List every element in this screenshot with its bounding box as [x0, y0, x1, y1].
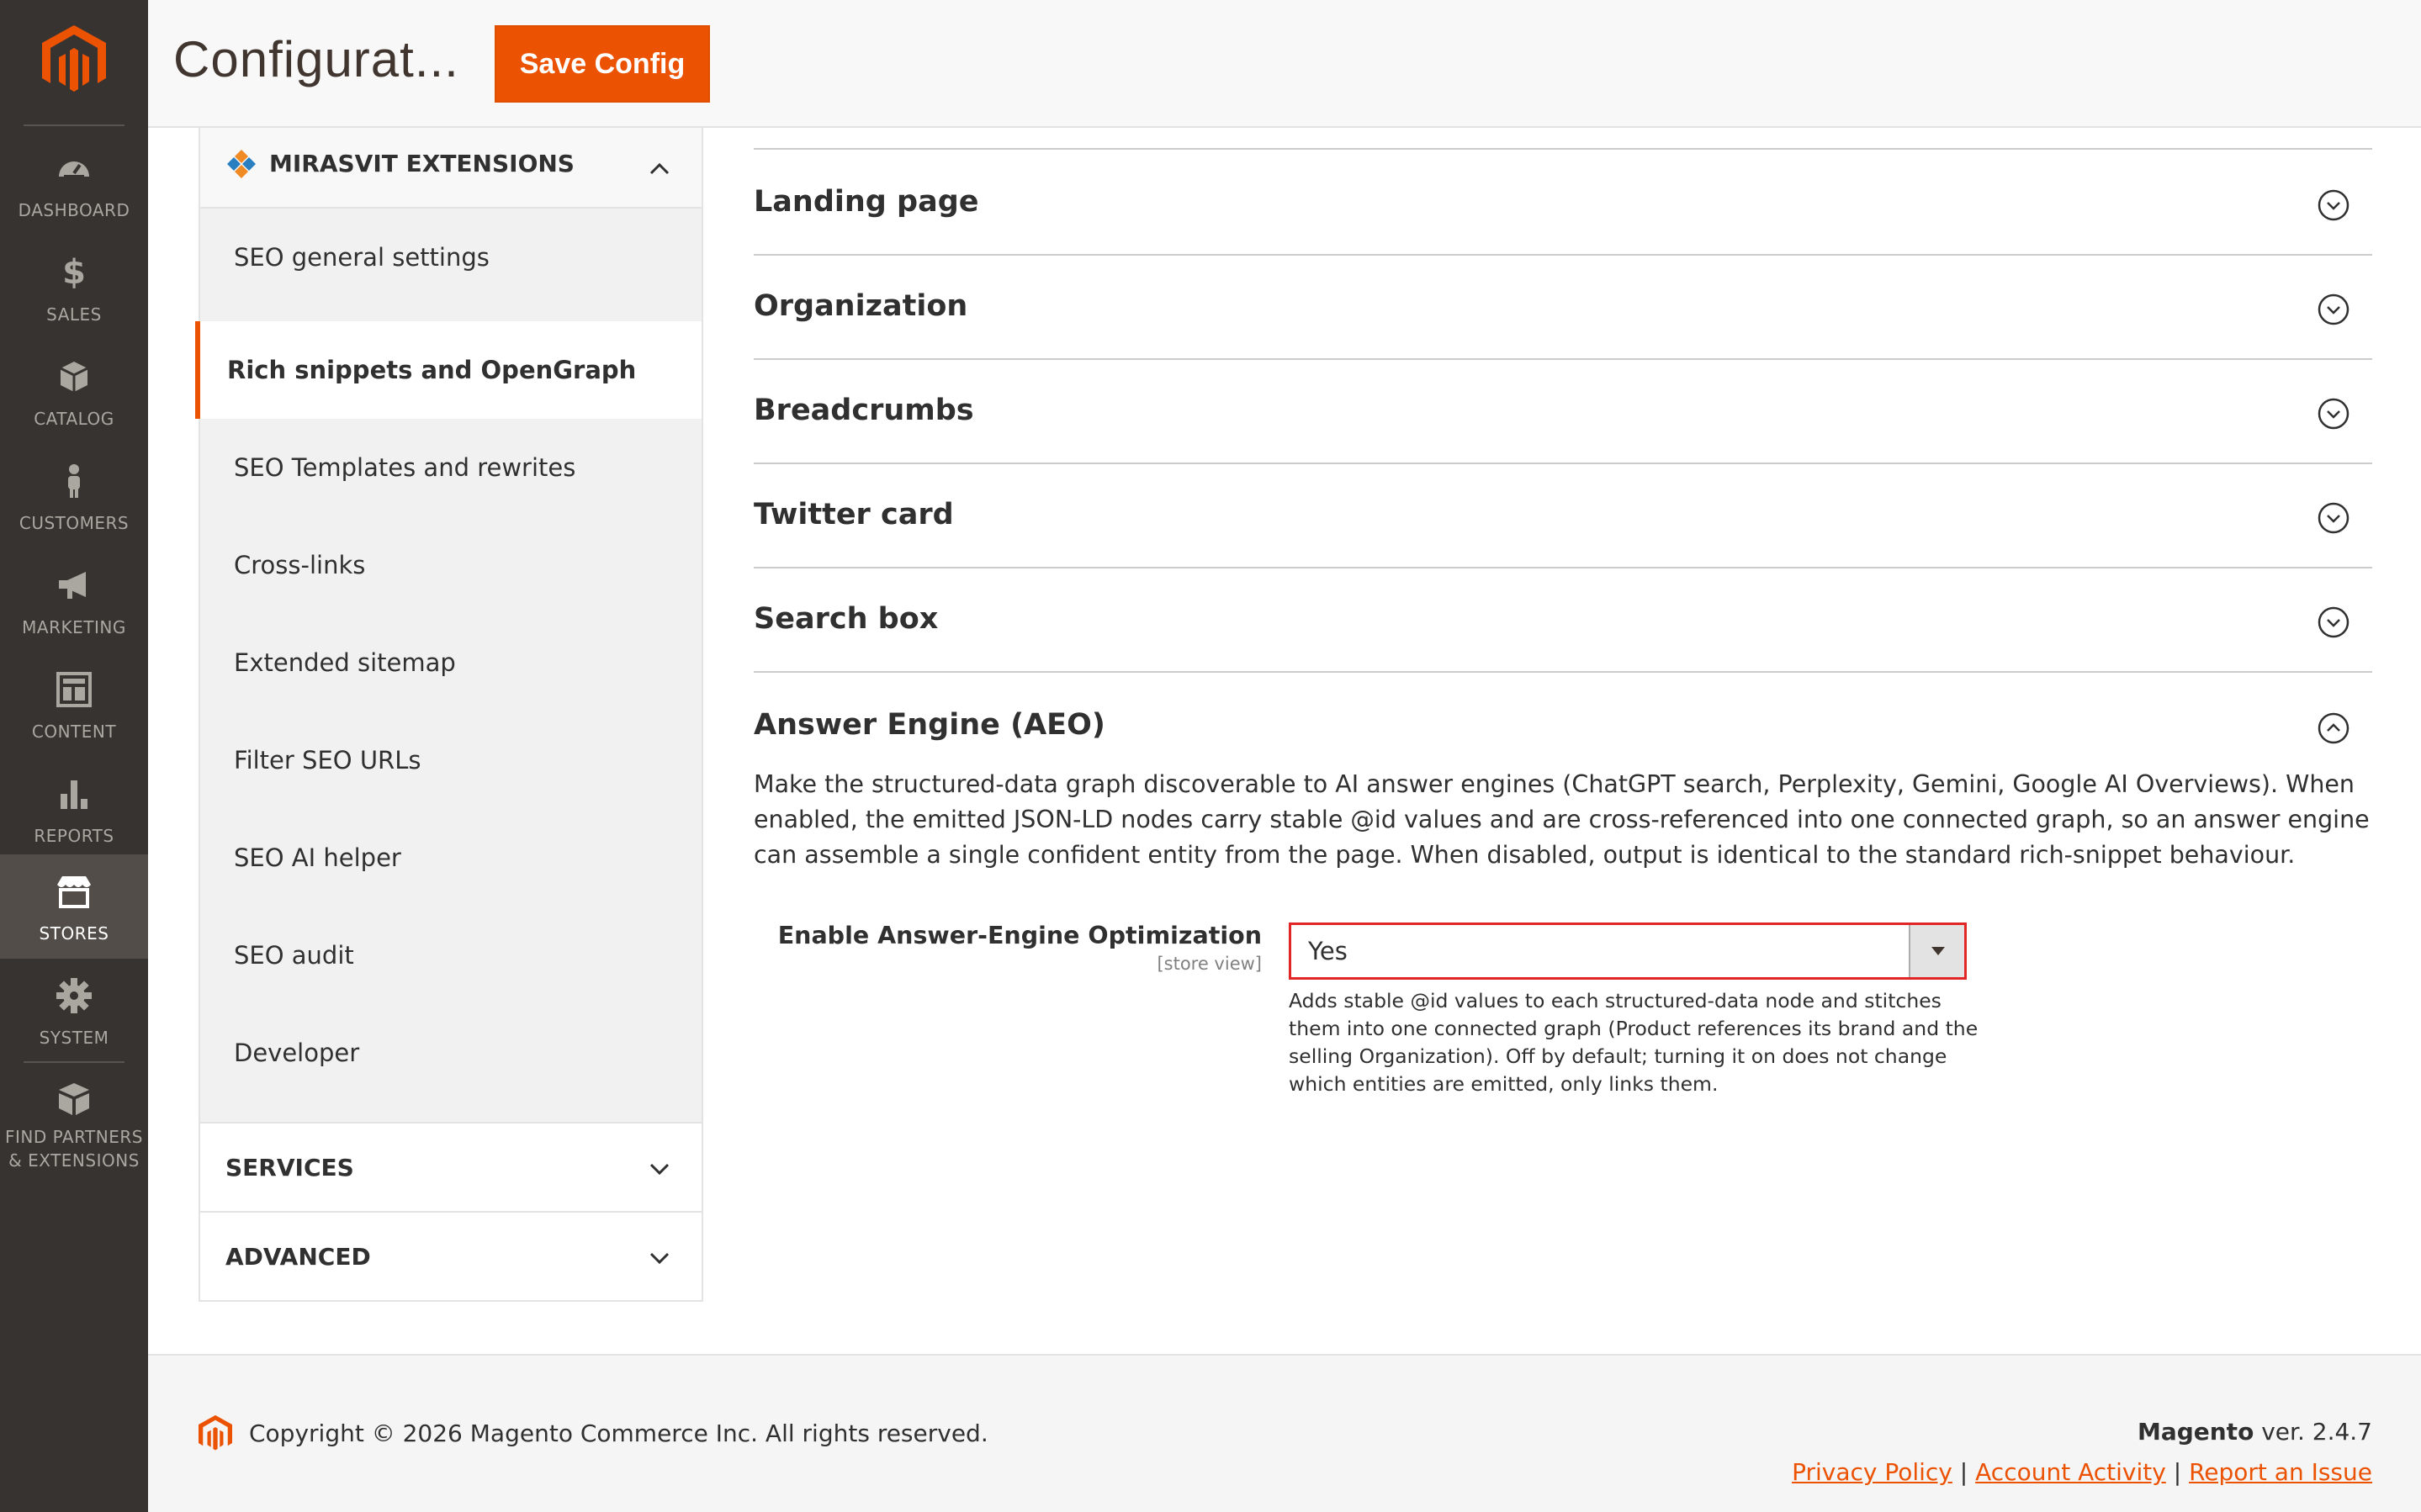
sidebar-item-developer[interactable]: Developer [200, 1004, 702, 1102]
save-config-button[interactable]: Save Config [495, 25, 710, 103]
section-title: Landing page [754, 185, 979, 219]
link-separator: | [1959, 1458, 1968, 1486]
nav-customers[interactable]: CUSTOMERS [0, 444, 148, 548]
version-text: ver. 2.4.7 [2254, 1418, 2372, 1446]
sidebar-item-seo-audit[interactable]: SEO audit [200, 907, 702, 1004]
admin-menu: DASHBOARD $ SALES CATALOG CUSTOMERS MARK… [0, 0, 148, 1512]
nav-label: DASHBOARD [18, 200, 130, 220]
dollar-icon: $ [62, 253, 86, 292]
magento-logo[interactable] [42, 25, 106, 96]
report-issue-link[interactable]: Report an Issue [2189, 1458, 2372, 1486]
nav-label-line2: & EXTENSIONS [8, 1150, 140, 1171]
expand-circle-icon [2318, 606, 2349, 638]
sidebar-item-seo-templates[interactable]: SEO Templates and rewrites [200, 419, 702, 516]
sidebar-item-rich-snippets[interactable]: Rich snippets and OpenGraph [195, 321, 702, 419]
nav-catalog[interactable]: CATALOG [0, 340, 148, 444]
advanced-group-header[interactable]: ADVANCED [199, 1211, 703, 1302]
page-footer: Copyright © 2026 Magento Commerce Inc. A… [148, 1354, 2421, 1512]
group-title: SERVICES [225, 1154, 354, 1182]
section-twitter-card[interactable]: Twitter card [754, 464, 2372, 568]
nav-dashboard[interactable]: DASHBOARD [0, 131, 148, 235]
person-icon [68, 464, 80, 498]
store-icon [57, 876, 91, 908]
megaphone-icon [59, 572, 86, 599]
section-title: Search box [754, 602, 939, 636]
nav-label: CONTENT [31, 722, 117, 742]
select-toggle[interactable] [1909, 925, 1964, 977]
section-title: Breadcrumbs [754, 394, 974, 427]
section-title: Organization [754, 289, 968, 323]
sidebar-item-extended-sitemap[interactable]: Extended sitemap [200, 614, 702, 711]
bar-chart-icon [61, 780, 87, 809]
sidebar-item-seo-ai-helper[interactable]: SEO AI helper [200, 809, 702, 907]
nav-marketing[interactable]: MARKETING [0, 548, 148, 653]
section-organization[interactable]: Organization [754, 256, 2372, 360]
section-description: Make the structured-data graph discovera… [754, 770, 2370, 869]
version-info: Magento ver. 2.4.7 [2138, 1418, 2372, 1446]
mirasvit-extensions-group-header[interactable]: MIRASVIT EXTENSIONS [199, 128, 703, 209]
group-title: ADVANCED [225, 1243, 371, 1271]
section-breadcrumbs[interactable]: Breadcrumbs [754, 360, 2372, 464]
field-label: Enable Answer-Engine Optimization [777, 922, 1262, 949]
chevron-down-icon [649, 1252, 670, 1265]
nav-reports[interactable]: REPORTS [0, 757, 148, 861]
section-search-box[interactable]: Search box [754, 568, 2372, 673]
gear-icon [56, 978, 92, 1013]
chevron-up-icon [649, 162, 670, 175]
nav-stores[interactable]: STORES [0, 854, 148, 959]
section-landing-page[interactable]: Landing page [754, 151, 2372, 256]
cube-icon [60, 362, 88, 392]
enable-aeo-select[interactable]: Yes [1289, 923, 1967, 980]
field-scope: [store view] [1157, 954, 1262, 974]
dashboard-icon [59, 161, 89, 177]
expand-circle-icon [2318, 398, 2349, 430]
nav-find-partners[interactable]: FIND PARTNERS & EXTENSIONS [0, 1068, 148, 1186]
nav-content[interactable]: CONTENT [0, 653, 148, 757]
nav-label: MARKETING [22, 617, 126, 637]
section-title-aeo[interactable]: Answer Engine (AEO) [754, 708, 1105, 742]
privacy-policy-link[interactable]: Privacy Policy [1792, 1458, 1952, 1486]
section-divider [754, 148, 2372, 150]
link-separator: | [2173, 1458, 2182, 1486]
sidebar-nav-list: SEO general settings Rich snippets and O… [195, 209, 703, 1122]
mirasvit-logo-icon [227, 150, 256, 178]
section-title: Twitter card [754, 498, 954, 531]
layout-icon [56, 672, 92, 707]
expand-circle-icon [2318, 189, 2349, 221]
expand-circle-icon [2318, 502, 2349, 534]
group-title: MIRASVIT EXTENSIONS [269, 150, 575, 177]
nav-label: CATALOG [34, 409, 114, 429]
nav-divider [24, 124, 124, 126]
nav-label: REPORTS [34, 826, 114, 846]
boxes-icon [59, 1083, 89, 1115]
sidebar-item-filter-seo-urls[interactable]: Filter SEO URLs [200, 711, 702, 809]
page-title: Configurat... [173, 31, 459, 87]
services-group-header[interactable]: SERVICES [199, 1122, 703, 1213]
collapse-circle-icon[interactable] [2317, 711, 2350, 745]
sidebar-item-seo-general-settings[interactable]: SEO general settings [200, 209, 702, 306]
nav-label: CUSTOMERS [19, 513, 130, 533]
field-note: Adds stable @id values to each structure… [1289, 989, 1979, 1096]
magento-footer-logo [199, 1414, 232, 1451]
caret-down-icon [1931, 947, 1945, 955]
nav-label: SYSTEM [39, 1028, 109, 1048]
expand-circle-icon [2318, 293, 2349, 325]
copyright-text: Copyright © 2026 Magento Commerce Inc. A… [249, 1419, 988, 1447]
nav-label: STORES [39, 923, 109, 944]
footer-links: Privacy Policy | Account Activity | Repo… [1792, 1458, 2372, 1486]
nav-divider [24, 1061, 124, 1063]
page-header: Configurat... Save Config [148, 0, 2421, 128]
nav-label: SALES [46, 304, 102, 325]
account-activity-link[interactable]: Account Activity [1975, 1458, 2166, 1486]
chevron-down-icon [649, 1163, 670, 1176]
sidebar-item-cross-links[interactable]: Cross-links [200, 516, 702, 614]
brand-name: Magento [2137, 1418, 2254, 1446]
nav-sales[interactable]: $ SALES [0, 235, 148, 340]
select-value: Yes [1308, 937, 1348, 965]
nav-label-line1: FIND PARTNERS [5, 1127, 143, 1147]
nav-system[interactable]: SYSTEM [0, 959, 148, 1063]
